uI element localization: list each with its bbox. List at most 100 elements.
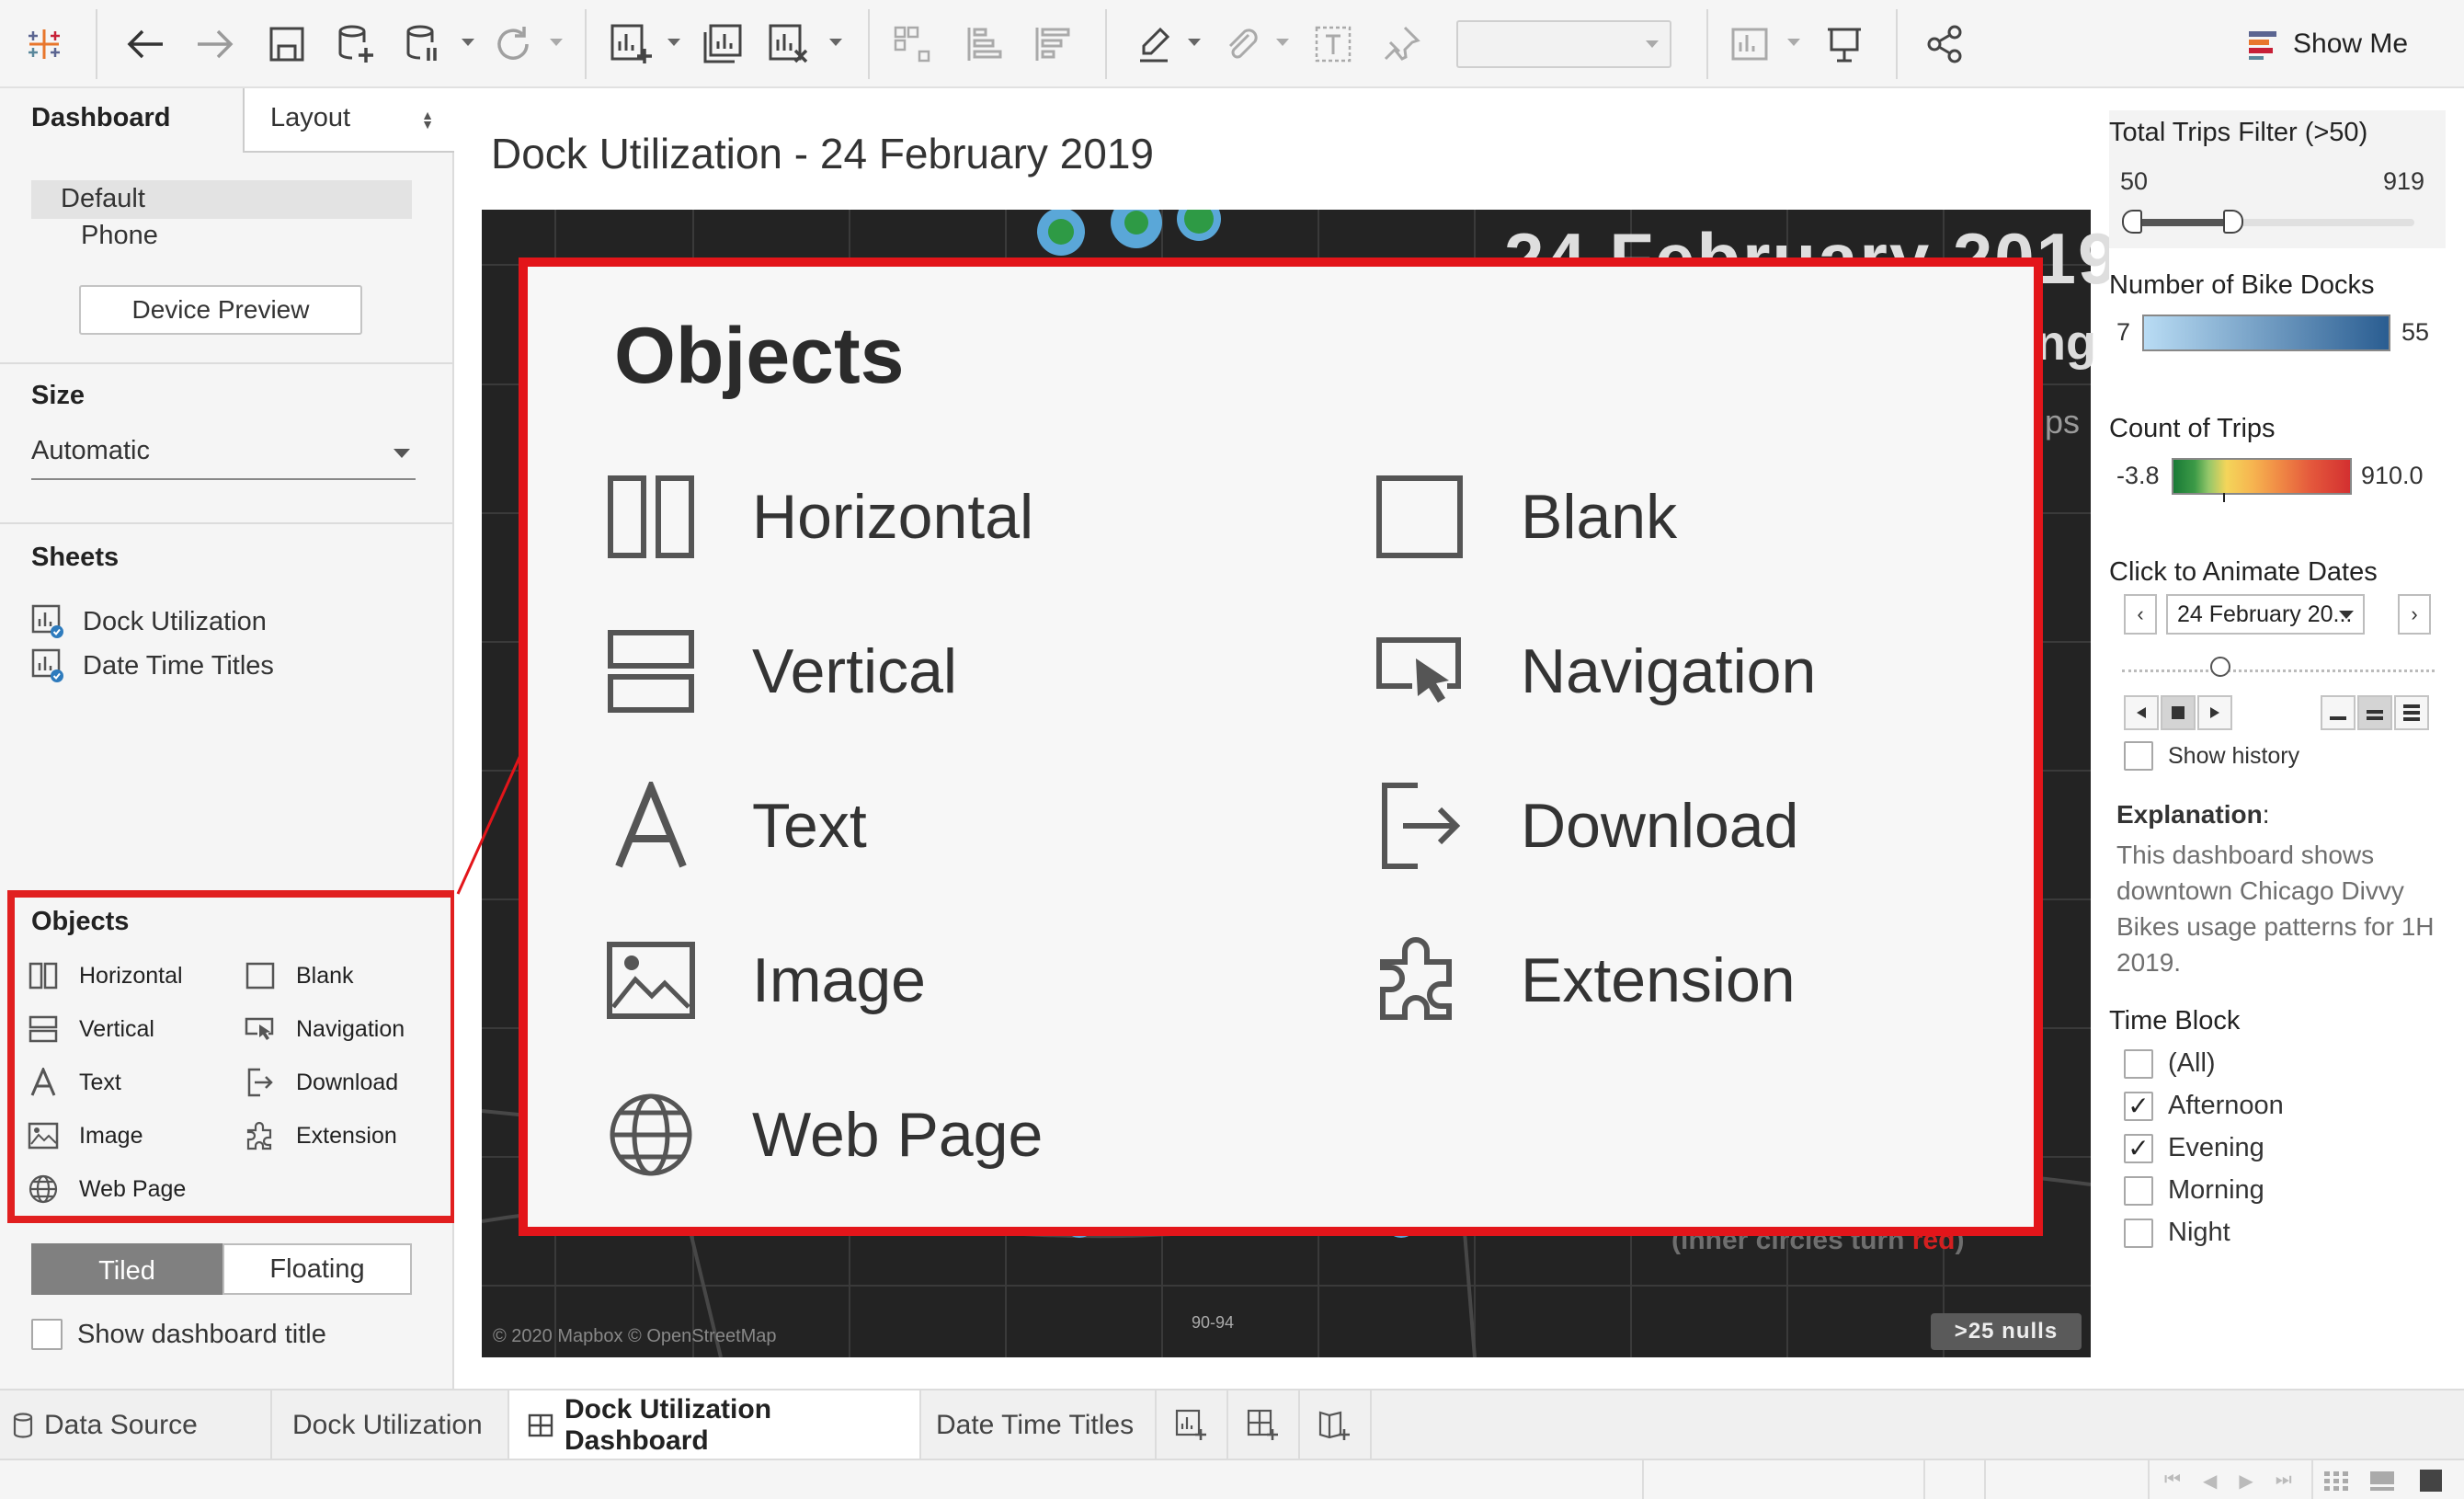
tab-label: Date Time Titles	[936, 1410, 1135, 1440]
forward-arrow-icon[interactable]	[188, 17, 243, 72]
tab-layout[interactable]: Layout ▲ ▼	[243, 88, 454, 153]
object-extension[interactable]: Extension	[245, 1120, 397, 1151]
play-backward-icon[interactable]	[2124, 695, 2159, 730]
map-subtitle-fragment: ips	[2037, 403, 2081, 441]
highlight-icon[interactable]	[1127, 17, 1182, 72]
sort-asc-icon[interactable]	[956, 17, 1011, 72]
time-block-option[interactable]: (All)	[2124, 1048, 2216, 1079]
tab-dashboard[interactable]: Dashboard	[0, 88, 243, 153]
time-block-option[interactable]: Morning	[2124, 1175, 2264, 1206]
tab-label: Dock Utilization Dashboard	[565, 1394, 772, 1456]
tableau-logo-icon[interactable]	[17, 17, 72, 72]
device-preview-button[interactable]: Device Preview	[79, 285, 362, 335]
object-label: Horizontal	[752, 482, 1034, 552]
show-labels-icon[interactable]	[1306, 17, 1361, 72]
back-arrow-icon[interactable]	[118, 17, 173, 72]
size-dropdown[interactable]: Automatic	[31, 432, 416, 480]
checkbox[interactable]	[2124, 1218, 2153, 1248]
prev-date-button[interactable]: ‹	[2124, 594, 2157, 635]
checkbox[interactable]	[2124, 1175, 2153, 1206]
time-block-option[interactable]: ✓ Evening	[2124, 1133, 2264, 1163]
object-label: Blank	[296, 962, 354, 989]
swap-icon[interactable]	[884, 17, 940, 72]
speed-slow-icon[interactable]	[2321, 695, 2356, 730]
show-me-button[interactable]: Show Me	[2247, 18, 2408, 70]
slider-handle-min[interactable]	[2122, 210, 2142, 234]
first-sheet-icon[interactable]: ⏮	[2164, 1470, 2181, 1493]
floating-toggle[interactable]: Floating	[222, 1243, 412, 1295]
share-icon[interactable]	[1918, 17, 1973, 72]
new-dashboard-tab-button[interactable]	[1228, 1390, 1300, 1460]
tab-date-time-titles[interactable]: Date Time Titles	[921, 1390, 1157, 1460]
animate-date-slider[interactable]	[2122, 669, 2435, 673]
object-blank[interactable]: Blank	[245, 960, 354, 991]
stop-icon[interactable]	[2161, 695, 2196, 730]
checkbox[interactable]	[31, 1319, 63, 1350]
nulls-indicator[interactable]: >25 nulls	[1931, 1313, 2082, 1350]
pin-icon[interactable]	[1374, 17, 1429, 72]
animate-slider-thumb[interactable]	[2210, 657, 2230, 677]
checkbox[interactable]	[2124, 741, 2153, 771]
slider-handle-max[interactable]	[2223, 210, 2243, 234]
object-text[interactable]: Text	[28, 1067, 121, 1098]
prev-sheet-icon[interactable]: ◀	[2203, 1470, 2217, 1493]
checkbox-checked[interactable]: ✓	[2124, 1091, 2153, 1121]
fit-dropdown[interactable]	[1456, 20, 1671, 68]
web-page-icon	[28, 1173, 59, 1205]
tab-dock-utilization-dashboard[interactable]: Dock Utilization Dashboard	[509, 1390, 921, 1460]
sheet-item[interactable]: Dock Utilization	[31, 601, 267, 642]
object-label: Blank	[1521, 482, 1678, 552]
show-dashboard-title-checkbox[interactable]: Show dashboard title	[31, 1319, 326, 1350]
checkbox-checked[interactable]: ✓	[2124, 1133, 2153, 1163]
object-label: Image	[79, 1122, 143, 1149]
chevron-down-icon	[394, 449, 410, 458]
last-sheet-icon[interactable]: ⏭	[2276, 1470, 2292, 1493]
checkbox[interactable]	[2124, 1048, 2153, 1079]
object-label: Text	[752, 791, 867, 861]
time-block-label: Morning	[2168, 1175, 2264, 1205]
tiled-toggle[interactable]: Tiled	[31, 1243, 222, 1295]
device-phone[interactable]: Phone	[81, 221, 158, 251]
size-value: Automatic	[31, 436, 150, 465]
object-navigation[interactable]: Navigation	[245, 1013, 405, 1045]
new-data-source-icon[interactable]	[329, 17, 384, 72]
filmstrip-icon[interactable]	[2368, 1468, 2396, 1493]
show-cards-icon[interactable]	[1725, 17, 1780, 72]
object-vertical[interactable]: Vertical	[28, 1013, 154, 1045]
presentation-mode-icon[interactable]	[1817, 17, 1872, 72]
tabs-view-icon[interactable]	[2418, 1468, 2444, 1493]
sheet-item[interactable]: Date Time Titles	[31, 646, 274, 686]
time-block-label: (All)	[2168, 1048, 2216, 1078]
trips-filter-max: 919	[2383, 167, 2425, 195]
next-sheet-icon[interactable]: ▶	[2239, 1470, 2253, 1493]
show-history-checkbox[interactable]: Show history	[2124, 741, 2299, 771]
object-image[interactable]: Image	[28, 1120, 143, 1151]
group-icon[interactable]	[1214, 17, 1269, 72]
tab-data-source[interactable]: Data Source	[0, 1390, 272, 1460]
next-date-button[interactable]: ›	[2398, 594, 2431, 635]
tab-label: Data Source	[44, 1410, 198, 1440]
pause-auto-updates-icon[interactable]	[397, 17, 452, 72]
device-default[interactable]: Default	[31, 180, 412, 219]
time-block-option[interactable]: ✓ Afternoon	[2124, 1091, 2284, 1121]
new-worksheet-tab-button[interactable]	[1157, 1390, 1228, 1460]
clear-sheet-icon[interactable]	[761, 17, 816, 72]
new-worksheet-icon[interactable]	[603, 17, 658, 72]
speed-fast-icon[interactable]	[2394, 695, 2429, 730]
object-download[interactable]: Download	[245, 1067, 398, 1098]
sheet-sorter-icon[interactable]	[2322, 1468, 2350, 1493]
speed-medium-icon[interactable]	[2357, 695, 2392, 730]
animate-date-select[interactable]: 24 February 20...	[2166, 594, 2365, 635]
sort-desc-icon[interactable]	[1024, 17, 1079, 72]
object-label: Text	[79, 1069, 121, 1095]
tab-dock-utilization[interactable]: Dock Utilization	[272, 1390, 509, 1460]
object-horizontal[interactable]: Horizontal	[28, 960, 183, 991]
refresh-icon[interactable]	[485, 17, 541, 72]
object-label: Download	[1521, 791, 1799, 861]
new-story-tab-button[interactable]	[1300, 1390, 1372, 1460]
duplicate-sheet-icon[interactable]	[695, 17, 750, 72]
play-forward-icon[interactable]	[2197, 695, 2232, 730]
save-icon[interactable]	[259, 17, 314, 72]
time-block-option[interactable]: Night	[2124, 1218, 2230, 1248]
object-web-page[interactable]: Web Page	[28, 1173, 186, 1205]
